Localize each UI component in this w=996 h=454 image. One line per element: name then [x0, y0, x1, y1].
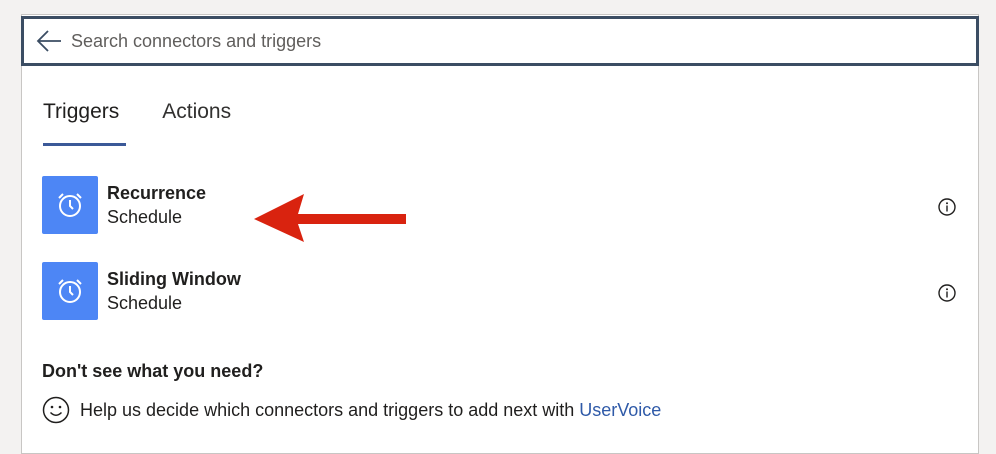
tab-triggers[interactable]: Triggers: [43, 100, 127, 146]
search-box[interactable]: [21, 16, 979, 66]
item-title: Recurrence: [107, 183, 207, 203]
help-line: Help us decide which connectors and trig…: [42, 396, 661, 424]
red-arrow-annotation: [254, 194, 406, 242]
help-text: Help us decide which connectors and trig…: [80, 399, 575, 420]
help-heading: Don't see what you need?: [42, 361, 264, 381]
item-title: Sliding Window: [107, 269, 241, 289]
connector-panel: [21, 14, 979, 454]
info-icon[interactable]: [938, 198, 956, 216]
alarm-clock-icon: [42, 176, 98, 234]
search-input[interactable]: [71, 26, 931, 56]
trigger-item-recurrence[interactable]: Recurrence Schedule: [42, 176, 962, 234]
smiley-icon: [42, 396, 70, 424]
tab-bar: Triggers Actions: [43, 100, 274, 146]
info-icon[interactable]: [938, 284, 956, 302]
trigger-item-sliding-window[interactable]: Sliding Window Schedule: [42, 262, 962, 320]
alarm-clock-icon: [42, 262, 98, 320]
uservoice-link[interactable]: UserVoice: [579, 400, 661, 421]
item-subtitle: Schedule: [107, 207, 183, 227]
item-text: Recurrence Schedule: [107, 181, 206, 229]
item-subtitle: Schedule: [107, 293, 183, 313]
item-text: Sliding Window Schedule: [107, 267, 241, 315]
back-arrow-icon[interactable]: [34, 26, 64, 56]
tab-actions[interactable]: Actions: [162, 100, 231, 146]
